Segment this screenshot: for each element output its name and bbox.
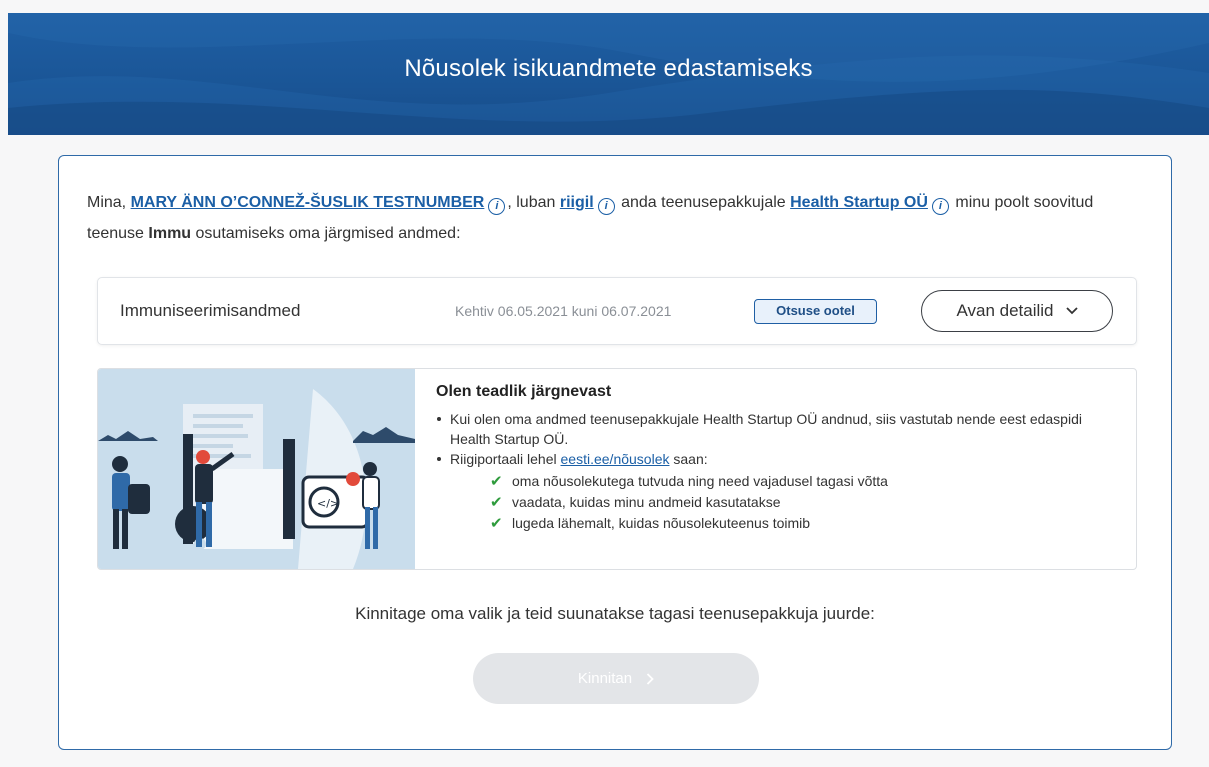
open-details-label: Avan detailid bbox=[956, 301, 1054, 320]
chevron-right-icon bbox=[646, 672, 654, 685]
portal-capabilities-list: ✔ oma nõusolekutega tutvuda ning need va… bbox=[436, 471, 1116, 534]
page-title: Nõusolek isikuandmete edastamiseks bbox=[404, 55, 813, 82]
intro-prefix: Mina, bbox=[87, 194, 127, 211]
info-icon[interactable]: i bbox=[931, 198, 949, 215]
info-icon[interactable]: i bbox=[597, 198, 615, 215]
checkmark-icon: ✔ bbox=[490, 473, 503, 490]
awareness-item-responsibility: Kui olen oma andmed teenusepakkujale Hea… bbox=[437, 409, 1116, 449]
person-name-link[interactable]: MARY ÄNN O’CONNEŽ-ŠUSLIK TESTNUMBER bbox=[131, 194, 485, 211]
capability-text: vaadata, kuidas minu andmeid kasutatakse bbox=[512, 494, 781, 510]
illustration-bubble-text: </> bbox=[317, 497, 339, 510]
list-item: ✔ lugeda lähemalt, kuidas nõusolekuteenu… bbox=[490, 513, 1116, 534]
intro-text-1: , luban bbox=[507, 194, 556, 211]
status-badge: Otsuse ootel bbox=[754, 299, 877, 324]
service-name: Immu bbox=[148, 225, 192, 242]
data-item-row: Immuniseerimisandmed Kehtiv 06.05.2021 k… bbox=[97, 277, 1137, 345]
intro-text-4: osutamiseks oma järgmised andmed: bbox=[195, 225, 461, 242]
header-banner: Nõusolek isikuandmete edastamiseks bbox=[8, 13, 1209, 135]
data-item-validity: Kehtiv 06.05.2021 kuni 06.07.2021 bbox=[455, 303, 672, 319]
portal-text-suffix: saan: bbox=[673, 451, 708, 467]
portal-text-prefix: Riigiportaali lehel bbox=[450, 451, 557, 467]
awareness-item-portal: Riigiportaali lehel eesti.ee/nõusolek sa… bbox=[437, 449, 1116, 469]
eesti-consent-link[interactable]: eesti.ee/nõusolek bbox=[561, 451, 670, 467]
confirm-button-label: Kinnitan bbox=[577, 670, 633, 687]
chevron-down-icon bbox=[1065, 307, 1078, 315]
awareness-list: Kui olen oma andmed teenusepakkujale Hea… bbox=[436, 409, 1116, 469]
open-details-button[interactable]: Avan detailid bbox=[921, 290, 1113, 332]
state-link[interactable]: riigil bbox=[560, 194, 594, 211]
info-icon[interactable]: i bbox=[488, 198, 506, 215]
checkmark-icon: ✔ bbox=[490, 494, 503, 511]
awareness-text: Olen teadlik järgnevast Kui olen oma and… bbox=[436, 383, 1116, 534]
checkmark-icon: ✔ bbox=[490, 515, 503, 532]
capability-text: oma nõusolekutega tutvuda ning need vaja… bbox=[512, 473, 888, 489]
awareness-info-box: </> Olen teadlik järgnevast Kui olen oma… bbox=[97, 368, 1137, 570]
list-item: ✔ oma nõusolekutega tutvuda ning need va… bbox=[490, 471, 1116, 492]
consent-illustration: </> bbox=[98, 369, 415, 569]
awareness-heading: Olen teadlik järgnevast bbox=[436, 383, 612, 400]
confirm-button[interactable]: Kinnitan bbox=[473, 653, 759, 704]
provider-link[interactable]: Health Startup OÜ bbox=[790, 194, 928, 211]
consent-intro: Mina, MARY ÄNN O’CONNEŽ-ŠUSLIK TESTNUMBE… bbox=[87, 187, 1147, 249]
intro-text-2: anda teenusepakkujale bbox=[621, 194, 786, 211]
consent-card: Mina, MARY ÄNN O’CONNEŽ-ŠUSLIK TESTNUMBE… bbox=[58, 155, 1172, 750]
capability-text: lugeda lähemalt, kuidas nõusolekuteenus … bbox=[512, 515, 811, 531]
confirm-instruction: Kinnitage oma valik ja teid suunatakse t… bbox=[355, 604, 875, 623]
data-item-name: Immuniseerimisandmed bbox=[120, 301, 301, 320]
list-item: ✔ vaadata, kuidas minu andmeid kasutatak… bbox=[490, 492, 1116, 513]
